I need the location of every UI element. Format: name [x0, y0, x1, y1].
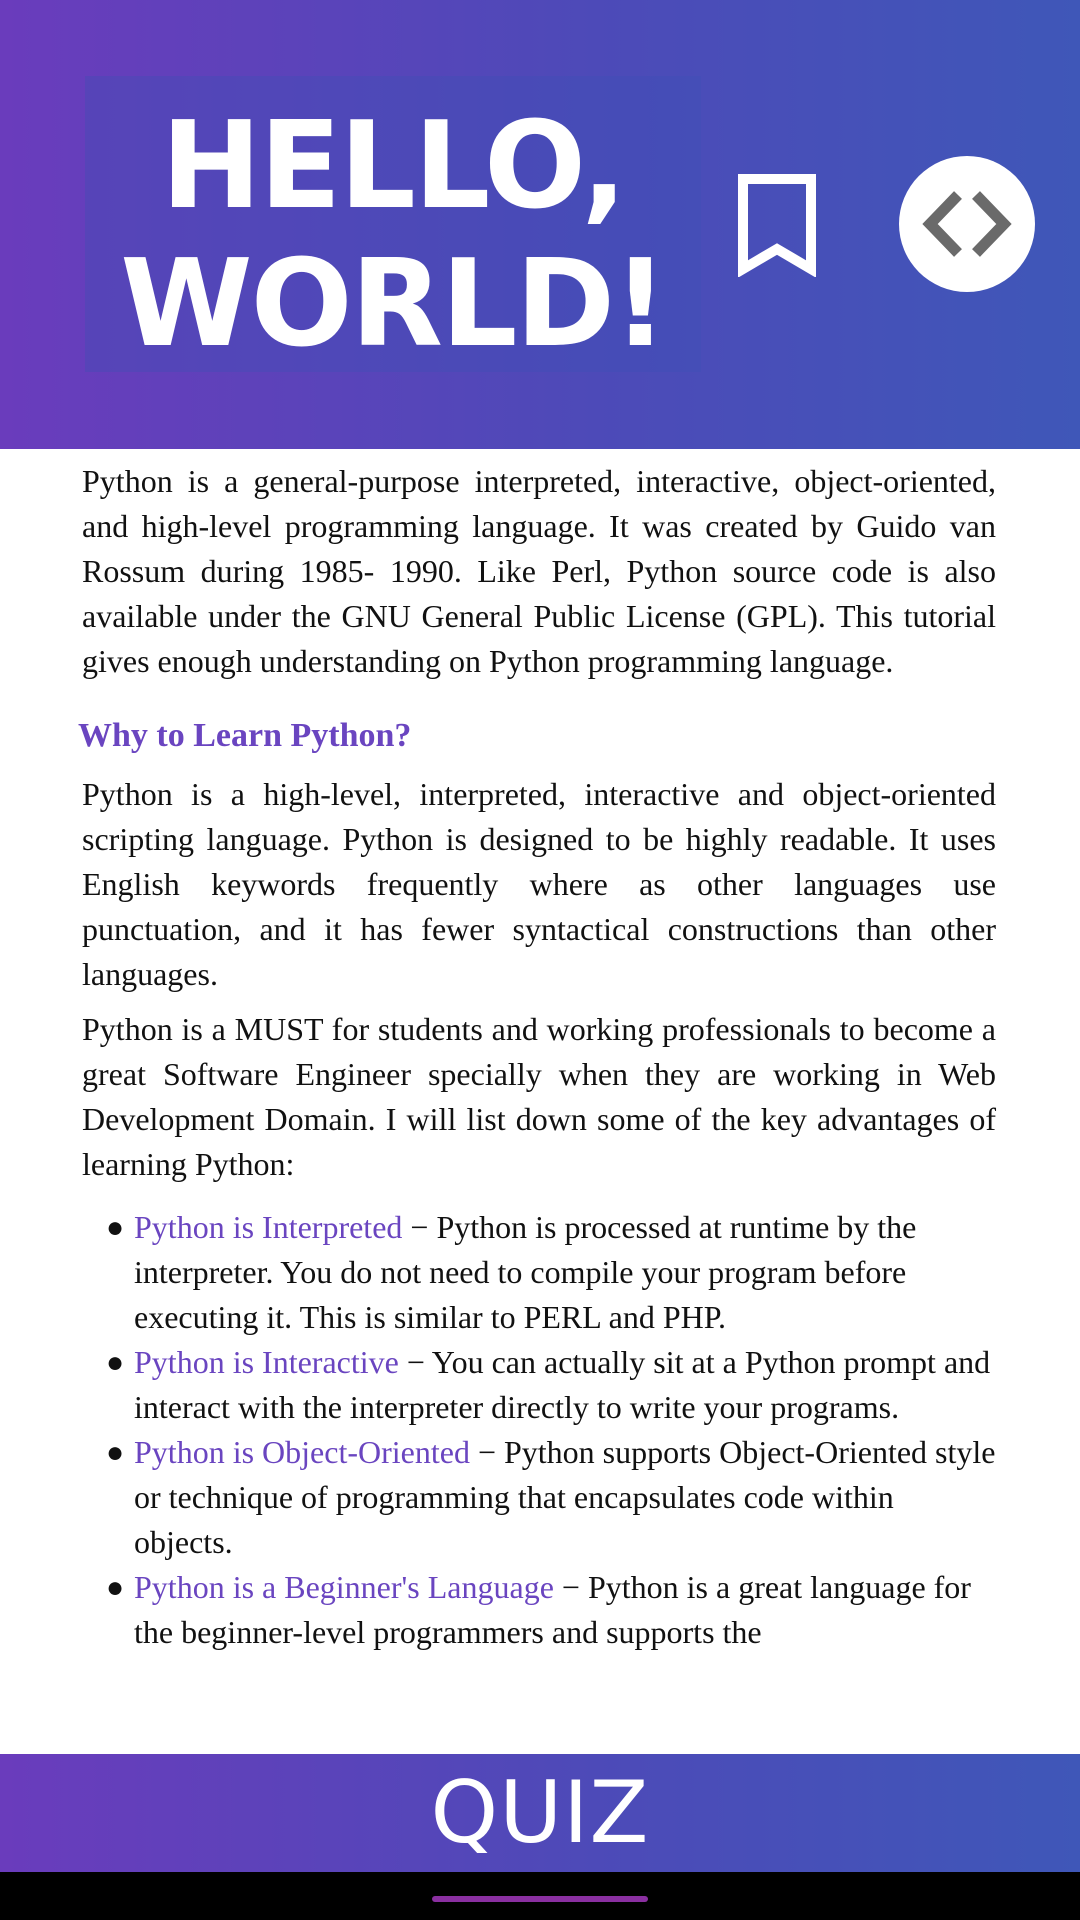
title-line-2: WORLD!	[120, 235, 668, 374]
section-heading: Why to Learn Python?	[78, 717, 412, 754]
content-body: Python is a general-purpose interpreted,…	[0, 449, 1080, 1655]
bookmark-button[interactable]	[732, 170, 822, 280]
list-item-term[interactable]: Python is a Beginner's Language	[134, 1569, 554, 1605]
tutorial-content[interactable]: Python is a general-purpose interpreted,…	[0, 449, 1080, 1754]
bullet-dot-icon: ●	[106, 1571, 125, 1604]
page-title: HELLO, WORLD!	[85, 98, 701, 374]
list-item-term[interactable]: Python is Object-Oriented	[134, 1434, 470, 1470]
list-item: ● Python is Object-Oriented − Python sup…	[82, 1430, 996, 1565]
list-item: ● Python is a Beginner's Language − Pyth…	[82, 1565, 996, 1655]
code-button[interactable]	[899, 156, 1035, 292]
list-item-term[interactable]: Python is Interpreted	[134, 1209, 402, 1245]
title-line-1: HELLO,	[160, 97, 627, 236]
quiz-label: QUIZ	[430, 1763, 650, 1863]
list-item: ● Python is Interactive − You can actual…	[82, 1340, 996, 1430]
header: HELLO, WORLD!	[0, 0, 1080, 449]
paragraph-2: Python is a MUST for students and workin…	[82, 1011, 996, 1182]
paragraph-1: Python is a high-level, interpreted, int…	[82, 776, 996, 992]
intro-paragraph: Python is a general-purpose interpreted,…	[82, 463, 996, 679]
bookmark-outline-icon	[738, 174, 816, 277]
list-item-term[interactable]: Python is Interactive	[134, 1344, 399, 1380]
advantages-list: ● Python is Interpreted − Python is proc…	[82, 1205, 996, 1655]
code-brackets-icon	[922, 191, 1012, 257]
home-indicator[interactable]	[432, 1896, 648, 1902]
bullet-dot-icon: ●	[106, 1211, 125, 1244]
title-banner: HELLO, WORLD!	[85, 76, 701, 374]
list-item: ● Python is Interpreted − Python is proc…	[82, 1205, 996, 1340]
system-nav-bar	[0, 1872, 1080, 1920]
app-screen: HELLO, WORLD! Python is a general-purpos…	[0, 0, 1080, 1920]
quiz-button[interactable]: QUIZ	[0, 1754, 1080, 1872]
bullet-dot-icon: ●	[106, 1346, 125, 1379]
bullet-dot-icon: ●	[106, 1436, 125, 1469]
